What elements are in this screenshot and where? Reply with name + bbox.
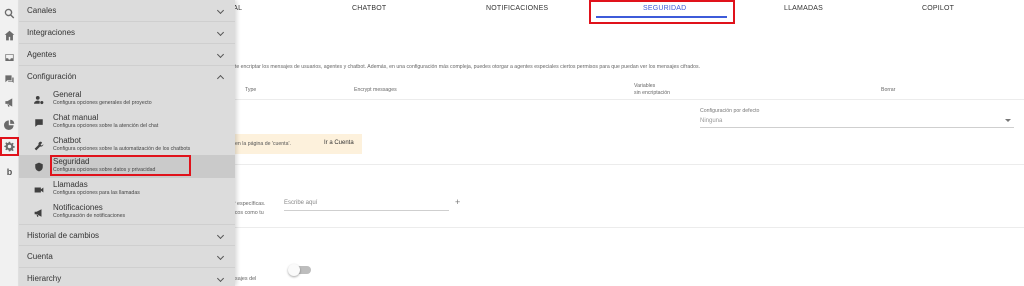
megaphone-icon — [33, 207, 45, 219]
menu-item-desc: Configura opciones para las llamadas — [53, 190, 140, 196]
chat-icon[interactable] — [2, 72, 17, 87]
search-icon[interactable] — [2, 6, 17, 21]
menu-section-agentes[interactable]: Agentes — [19, 44, 235, 66]
wrench-icon — [33, 140, 45, 152]
column-encrypt: Encrypt messages — [354, 87, 397, 93]
chevron-down-icon — [216, 28, 225, 37]
tab-copilot[interactable]: COPILOT — [922, 5, 954, 12]
column-type: Type — [245, 87, 257, 93]
toggle-knob — [288, 264, 300, 276]
notice-text: en la página de 'cuenta'. — [235, 141, 291, 147]
inbox-icon[interactable] — [2, 50, 17, 65]
menu-section-label: Integraciones — [27, 28, 76, 37]
default-config-label: Configuración por defecto — [700, 108, 760, 114]
menu-item-title: Notificaciones — [53, 203, 103, 212]
ip-description-2: ficos como tu — [232, 210, 264, 216]
messages-toggle[interactable] — [288, 264, 311, 276]
column-borrar: Borrar — [881, 87, 896, 93]
tab-notificaciones[interactable]: NOTIFICACIONES — [486, 5, 548, 12]
menu-item-llamadas[interactable]: Llamadas Configura opciones para las lla… — [19, 178, 235, 201]
megaphone-icon[interactable] — [2, 95, 17, 110]
menu-section-integraciones[interactable]: Integraciones — [19, 22, 235, 44]
menu-section-label: Agentes — [27, 50, 57, 59]
caret-down-icon — [1005, 119, 1011, 122]
menu-item-desc: Configuración de notificaciones — [53, 213, 126, 219]
menu-item-desc: Configura opciones sobre la automatizaci… — [53, 146, 191, 152]
messages-text: nsajes del — [232, 276, 257, 282]
tab-llamadas[interactable]: LLAMADAS — [784, 5, 823, 12]
menu-section-label: Canales — [27, 6, 57, 15]
menu-item-title: Chat manual — [53, 113, 99, 122]
chevron-up-icon — [216, 74, 225, 83]
menu-item-title: General — [53, 90, 82, 99]
menu-item-desc: Configura opciones generales del proyect… — [53, 100, 152, 106]
menu-section-cuenta[interactable]: Cuenta — [19, 246, 235, 268]
menu-section-label: Cuenta — [27, 252, 53, 261]
chevron-down-icon — [216, 252, 225, 261]
seguridad-item-highlight — [50, 155, 191, 176]
menu-section-label: Hierarchy — [27, 274, 62, 283]
column-variables-line1: Variables — [634, 83, 656, 89]
menu-item-title: Llamadas — [53, 180, 88, 189]
add-ip-button[interactable]: + — [455, 197, 460, 207]
chevron-down-icon — [216, 274, 225, 283]
b-label[interactable]: b — [2, 164, 17, 179]
chat-bubble-icon — [33, 117, 45, 129]
menu-item-general[interactable]: General Configura opciones generales del… — [19, 88, 235, 111]
icon-rail: b — [0, 0, 19, 286]
ip-description-1: P específicas. — [232, 201, 266, 207]
menu-section-configuracion[interactable]: Configuración — [19, 66, 235, 88]
pie-chart-icon[interactable] — [2, 117, 17, 132]
tab-chatbot[interactable]: CHATBOT — [352, 5, 386, 12]
chevron-down-icon — [216, 6, 225, 15]
video-camera-icon — [33, 184, 45, 196]
menu-item-desc: Configura opciones sobre la atención del… — [53, 123, 159, 129]
security-description: nte encriptar los mensajes de usuarios, … — [232, 64, 701, 70]
chevron-down-icon — [216, 50, 225, 59]
menu-section-canales[interactable]: Canales — [19, 0, 235, 22]
gear-icon[interactable] — [0, 137, 19, 156]
menu-item-notificaciones[interactable]: Notificaciones Configuración de notifica… — [19, 201, 235, 224]
menu-item-title: Chatbot — [53, 136, 82, 145]
home-icon[interactable] — [2, 28, 17, 43]
default-config-value: Ninguna — [700, 118, 723, 124]
chevron-down-icon — [216, 231, 225, 240]
ip-input[interactable]: Escribe aquí — [284, 197, 449, 211]
user-gear-icon — [33, 94, 45, 106]
ip-input-placeholder: Escribe aquí — [284, 200, 318, 206]
column-variables-line2: sin encriptación — [634, 90, 671, 96]
seguridad-tab-highlight — [589, 0, 735, 24]
menu-section-label: Configuración — [27, 72, 77, 81]
menu-item-chatbot[interactable]: Chatbot Configura opciones sobre la auto… — [19, 134, 235, 157]
account-notice: en la página de 'cuenta'. Ir a Cuenta — [232, 134, 362, 154]
settings-menu: Canales Integraciones Agentes Configurac… — [19, 0, 235, 286]
section-divider-2 — [232, 227, 1024, 228]
menu-section-historial[interactable]: Historial de cambios — [19, 224, 235, 246]
default-config-select[interactable]: Ninguna — [700, 116, 1014, 128]
shield-icon — [33, 161, 45, 173]
go-to-account-button[interactable]: Ir a Cuenta — [324, 140, 354, 146]
menu-section-hierarchy[interactable]: Hierarchy — [19, 268, 235, 286]
section-divider — [232, 164, 1024, 165]
menu-section-label: Historial de cambios — [27, 231, 100, 240]
menu-item-chat-manual[interactable]: Chat manual Configura opciones sobre la … — [19, 111, 235, 134]
